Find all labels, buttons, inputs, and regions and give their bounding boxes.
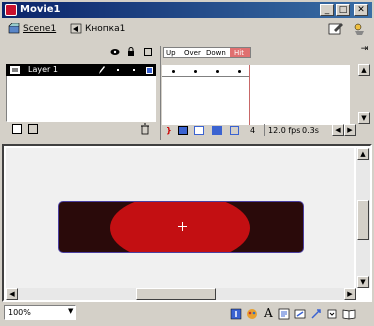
- frame-row[interactable]: [162, 65, 250, 77]
- onion-outline-icon[interactable]: [194, 126, 204, 135]
- timeline-divider: [160, 46, 161, 140]
- frame-label-down: Down: [206, 49, 226, 57]
- insert-guide-layer-button[interactable]: [28, 124, 38, 134]
- registration-point-icon: [178, 222, 187, 231]
- frames-scroll-left[interactable]: ◀: [332, 124, 344, 136]
- stage-hscroll-thumb[interactable]: [136, 288, 216, 300]
- actions-panel-icon[interactable]: [310, 308, 322, 320]
- timeline-footer: } 4 12.0 fps 0.3s ◀ ▶: [164, 124, 364, 138]
- keyframe-4[interactable]: [238, 70, 241, 73]
- button-symbol-icon: [70, 23, 82, 34]
- frame-label-over: Over: [184, 49, 201, 57]
- outline-icon[interactable]: [144, 48, 152, 56]
- stage-scroll-left[interactable]: ◀: [6, 288, 18, 300]
- center-frame-icon[interactable]: }: [166, 126, 172, 135]
- stage-vertical-scrollbar[interactable]: ▲ ▼: [356, 148, 370, 288]
- lock-icon[interactable]: [127, 47, 135, 57]
- title-bar[interactable]: Movie1 _ □ ✕: [2, 2, 372, 18]
- layer-row[interactable]: Layer 1: [6, 64, 156, 76]
- scene-bar: Scene1 Кнопка1: [2, 19, 372, 39]
- frame-header: Up Over Down Hit: [163, 47, 251, 58]
- stage-horizontal-scrollbar[interactable]: ◀ ▶: [6, 288, 356, 300]
- layer-name: Layer 1: [28, 65, 58, 74]
- movie-explorer-icon[interactable]: [294, 308, 306, 320]
- scene-icon: [8, 23, 20, 34]
- playhead-line: [249, 65, 250, 125]
- edit-symbols-icon[interactable]: [352, 22, 368, 36]
- layer-color-box[interactable]: [146, 67, 153, 74]
- stage-vscroll-thumb[interactable]: [357, 200, 369, 240]
- onion-markers-icon[interactable]: [230, 126, 239, 135]
- keyframe-2[interactable]: [194, 70, 197, 73]
- elapsed-time: 0.3s: [302, 126, 319, 135]
- library-icon[interactable]: [342, 308, 356, 320]
- edit-multiple-icon[interactable]: [212, 126, 222, 135]
- stage-scroll-up[interactable]: ▲: [357, 148, 369, 160]
- pencil-icon: [99, 66, 105, 74]
- zoom-dropdown-icon[interactable]: ▼: [68, 307, 73, 315]
- keyframe-1[interactable]: [172, 70, 175, 73]
- frame-label-up: Up: [166, 49, 176, 57]
- window-title: Movie1: [20, 4, 61, 15]
- info-panel-icon[interactable]: [230, 308, 242, 320]
- color-mixer-icon[interactable]: [246, 308, 258, 320]
- current-frame: 4: [250, 126, 256, 135]
- zoom-combo[interactable]: 100%: [4, 305, 76, 320]
- frame-rate: 12.0 fps: [268, 126, 301, 135]
- maximize-button[interactable]: □: [336, 4, 350, 16]
- eye-icon[interactable]: [110, 48, 120, 56]
- instance-panel-icon[interactable]: [278, 308, 290, 320]
- frames-scroll-right[interactable]: ▶: [344, 124, 356, 136]
- footer-divider: [264, 124, 265, 136]
- app-icon: [5, 4, 17, 16]
- layer-icon: [10, 66, 20, 74]
- lock-dot[interactable]: [133, 69, 135, 71]
- character-panel-icon[interactable]: A: [264, 306, 273, 320]
- launcher-icons: A: [230, 306, 372, 322]
- edit-scene-icon[interactable]: [328, 22, 344, 36]
- onion-skin-icon[interactable]: [178, 126, 188, 135]
- frames-scroll-down[interactable]: ▼: [358, 112, 370, 124]
- keyframe-3[interactable]: [216, 70, 219, 73]
- visibility-dot[interactable]: [117, 69, 119, 71]
- zoom-value: 100%: [8, 308, 31, 317]
- scene-link[interactable]: Scene1: [23, 24, 56, 34]
- insert-layer-button[interactable]: [12, 124, 22, 134]
- minimize-button[interactable]: _: [320, 4, 334, 16]
- close-button[interactable]: ✕: [354, 4, 368, 16]
- debugger-icon[interactable]: [326, 308, 338, 320]
- stage-scroll-right[interactable]: ▶: [344, 288, 356, 300]
- stage-scroll-down[interactable]: ▼: [357, 276, 369, 288]
- frames-scroll-up[interactable]: ▲: [358, 64, 370, 76]
- frame-label-hit: Hit: [234, 49, 244, 57]
- timeline-menu-icon[interactable]: ⇥: [359, 44, 370, 56]
- delete-layer-icon[interactable]: [140, 123, 150, 135]
- symbol-link[interactable]: Кнопка1: [85, 24, 125, 34]
- frame-grid[interactable]: [162, 65, 350, 125]
